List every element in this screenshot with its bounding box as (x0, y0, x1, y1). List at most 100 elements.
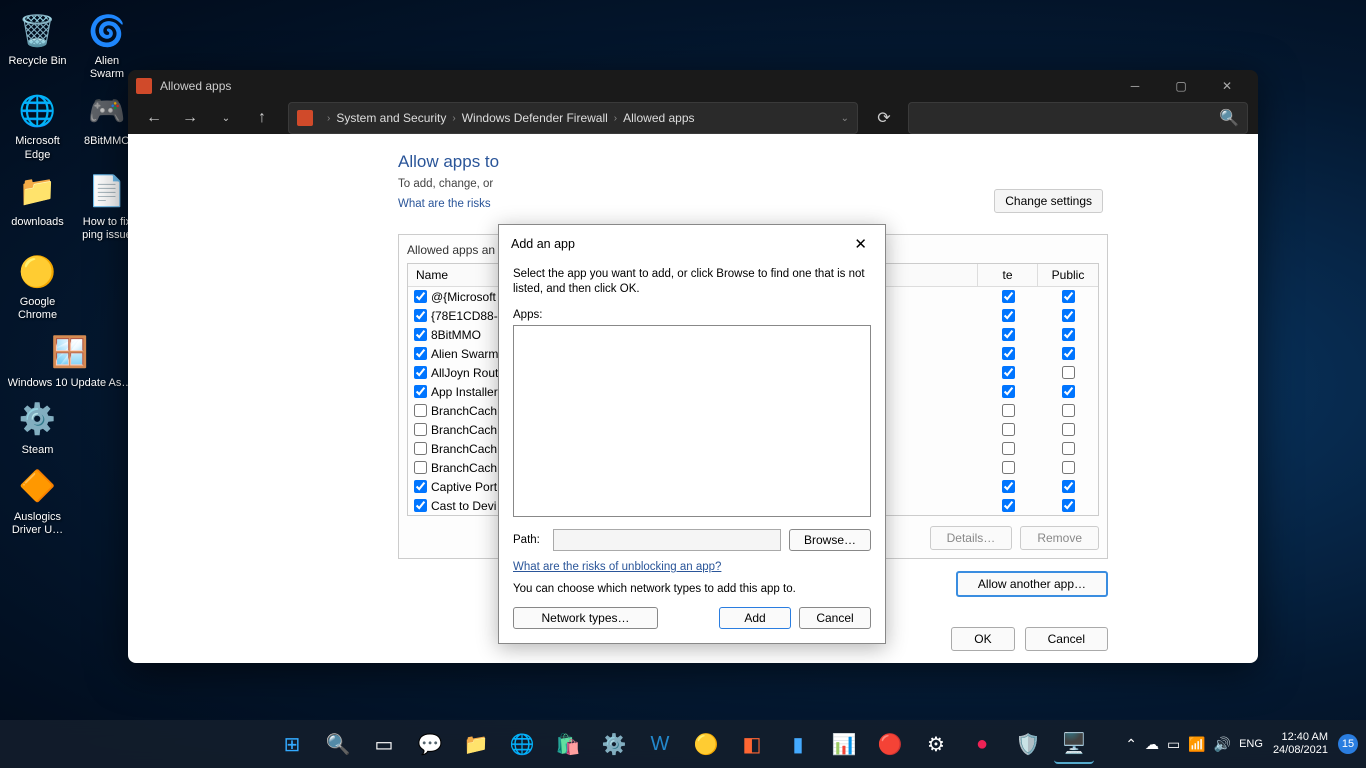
private-checkbox[interactable] (1002, 480, 1015, 493)
private-checkbox[interactable] (1002, 309, 1015, 322)
minimize-button[interactable]: ─ (1112, 70, 1158, 102)
public-checkbox[interactable] (1062, 385, 1075, 398)
private-checkbox[interactable] (1002, 347, 1015, 360)
private-checkbox[interactable] (1002, 290, 1015, 303)
close-button[interactable]: ✕ (848, 233, 873, 255)
desktop-icon-auslogics[interactable]: 🔶Auslogics Driver U… (5, 463, 70, 539)
ok-button[interactable]: OK (951, 627, 1014, 651)
allow-another-app-button[interactable]: Allow another app… (956, 571, 1108, 597)
change-settings-button[interactable]: Change settings (994, 189, 1103, 213)
private-checkbox[interactable] (1002, 328, 1015, 341)
browse-button[interactable]: Browse… (789, 529, 871, 551)
maximize-button[interactable]: ▢ (1158, 70, 1204, 102)
explorer-button[interactable]: 📁 (456, 724, 496, 764)
wifi-icon[interactable]: 📶 (1188, 736, 1205, 753)
breadcrumb-item[interactable]: Windows Defender Firewall (462, 111, 608, 125)
network-types-button[interactable]: Network types… (513, 607, 658, 629)
app-checkbox[interactable] (414, 328, 427, 341)
app-checkbox[interactable] (414, 385, 427, 398)
back-button[interactable]: ← (138, 102, 170, 134)
breadcrumb-item[interactable]: System and Security (336, 111, 446, 125)
details-button[interactable]: Details… (930, 526, 1013, 550)
word-button[interactable]: W (640, 724, 680, 764)
app-checkbox[interactable] (414, 309, 427, 322)
onedrive-icon[interactable]: ☁ (1145, 736, 1159, 753)
public-checkbox[interactable] (1062, 290, 1075, 303)
desktop-icon-recycle-bin[interactable]: 🗑️Recycle Bin (5, 7, 70, 70)
risks-link[interactable]: What are the risks of unblocking an app? (513, 561, 721, 573)
desktop-icon-edge[interactable]: 🌐Microsoft Edge (5, 87, 70, 163)
chevron-down-icon[interactable]: ⌄ (841, 113, 849, 124)
titlebar[interactable]: Allowed apps ─ ▢ ✕ (128, 70, 1258, 102)
column-public[interactable]: Public (1038, 264, 1098, 286)
add-button[interactable]: Add (719, 607, 791, 629)
public-checkbox[interactable] (1062, 347, 1075, 360)
app-button[interactable]: ▮ (778, 724, 818, 764)
edge-button[interactable]: 🌐 (502, 724, 542, 764)
cancel-button[interactable]: Cancel (1025, 627, 1108, 651)
app-button[interactable]: 🔴 (870, 724, 910, 764)
app-checkbox[interactable] (414, 404, 427, 417)
private-checkbox[interactable] (1002, 385, 1015, 398)
address-bar[interactable]: › System and Security › Windows Defender… (288, 102, 858, 134)
private-checkbox[interactable] (1002, 461, 1015, 474)
private-checkbox[interactable] (1002, 404, 1015, 417)
search-button[interactable]: 🔍 (318, 724, 358, 764)
app-button[interactable]: ● (962, 724, 1002, 764)
clock[interactable]: 12:40 AM 24/08/2021 (1273, 731, 1328, 757)
private-checkbox[interactable] (1002, 423, 1015, 436)
app-checkbox[interactable] (414, 480, 427, 493)
app-button[interactable]: 📊 (824, 724, 864, 764)
public-checkbox[interactable] (1062, 423, 1075, 436)
forward-button[interactable]: → (174, 102, 206, 134)
private-checkbox[interactable] (1002, 499, 1015, 512)
app-checkbox[interactable] (414, 423, 427, 436)
path-input[interactable] (553, 529, 781, 551)
chat-button[interactable]: 💬 (410, 724, 450, 764)
volume-icon[interactable]: 🔊 (1214, 736, 1231, 753)
public-checkbox[interactable] (1062, 499, 1075, 512)
store-button[interactable]: 🛍️ (548, 724, 588, 764)
up-button[interactable]: ↑ (246, 102, 278, 134)
start-button[interactable]: ⊞ (272, 724, 312, 764)
public-checkbox[interactable] (1062, 309, 1075, 322)
task-view-button[interactable]: ▭ (364, 724, 404, 764)
app-checkbox[interactable] (414, 442, 427, 455)
public-checkbox[interactable] (1062, 328, 1075, 341)
dialog-titlebar[interactable]: Add an app ✕ (499, 225, 885, 263)
app-checkbox[interactable] (414, 366, 427, 379)
steam-button[interactable]: ⚙ (916, 724, 956, 764)
control-panel-button[interactable]: 🖥️ (1054, 724, 1094, 764)
app-button[interactable]: ◧ (732, 724, 772, 764)
public-checkbox[interactable] (1062, 404, 1075, 417)
battery-icon[interactable]: ▭ (1167, 736, 1180, 753)
private-checkbox[interactable] (1002, 442, 1015, 455)
cancel-button[interactable]: Cancel (799, 607, 871, 629)
remove-button[interactable]: Remove (1020, 526, 1099, 550)
tray-chevron-icon[interactable]: ⌃ (1125, 736, 1137, 753)
public-checkbox[interactable] (1062, 442, 1075, 455)
app-checkbox[interactable] (414, 347, 427, 360)
chrome-button[interactable]: 🟡 (686, 724, 726, 764)
recent-dropdown[interactable]: ⌄ (210, 102, 242, 134)
apps-listbox[interactable] (513, 325, 871, 517)
security-button[interactable]: 🛡️ (1008, 724, 1048, 764)
settings-button[interactable]: ⚙️ (594, 724, 634, 764)
public-checkbox[interactable] (1062, 480, 1075, 493)
column-private[interactable]: te (978, 264, 1038, 286)
private-checkbox[interactable] (1002, 366, 1015, 379)
desktop-icon-downloads[interactable]: 📁downloads (5, 168, 70, 231)
search-input[interactable]: 🔍 (908, 102, 1248, 134)
breadcrumb-item[interactable]: Allowed apps (623, 111, 694, 125)
app-checkbox[interactable] (414, 290, 427, 303)
language-icon[interactable]: ENG (1239, 738, 1263, 750)
close-button[interactable]: ✕ (1204, 70, 1250, 102)
public-checkbox[interactable] (1062, 461, 1075, 474)
public-checkbox[interactable] (1062, 366, 1075, 379)
desktop-icon-win10-update[interactable]: 🪟Windows 10 Update As… (5, 329, 135, 392)
refresh-button[interactable]: ⟳ (868, 102, 900, 134)
desktop-icon-steam[interactable]: ⚙️Steam (5, 396, 70, 459)
app-checkbox[interactable] (414, 461, 427, 474)
notification-badge[interactable]: 15 (1338, 734, 1358, 754)
desktop-icon-chrome[interactable]: 🟡Google Chrome (5, 248, 70, 324)
